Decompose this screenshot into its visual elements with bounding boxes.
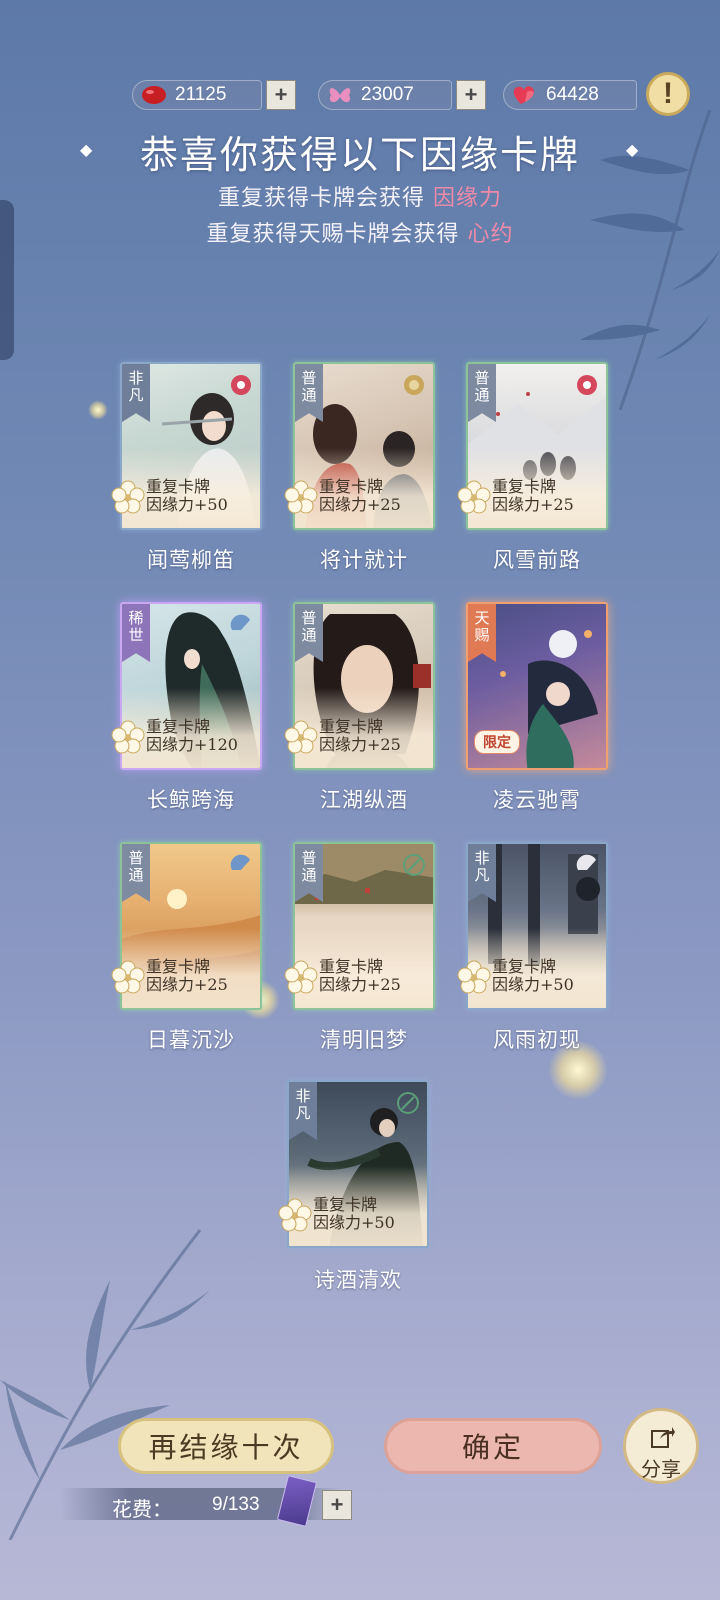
limited-badge: 限定 [474, 730, 520, 754]
fan-emblem-icon [230, 854, 250, 870]
rarity-tag: 普通 [122, 844, 150, 902]
rarity-tag: 普通 [295, 604, 323, 662]
rarity-tag: 普通 [295, 844, 323, 902]
card-name: 风雪前路 [493, 548, 581, 572]
heart-icon [513, 86, 534, 104]
rarity-tag: 非凡 [122, 364, 150, 422]
hint-line-1: 重复获得卡牌会获得 因缘力 [0, 180, 720, 212]
plum-blossom-icon [111, 960, 145, 994]
sparkle [88, 400, 108, 420]
flower-emblem-icon [231, 375, 251, 395]
duplicate-label: 重复卡牌 [146, 957, 211, 976]
coin-emblem-icon [404, 375, 424, 395]
currency-value: 23007 [361, 84, 414, 105]
duplicate-label: 重复卡牌 [146, 717, 211, 736]
bonus-label: 因缘力+25 [319, 735, 401, 754]
share-label: 分享 [641, 1457, 681, 1481]
duplicate-label: 重复卡牌 [313, 1195, 378, 1214]
cost-value: 9/133 [212, 1494, 260, 1515]
share-icon [651, 1427, 675, 1448]
draw-again-button[interactable]: 再结缘十次 [118, 1418, 334, 1474]
rarity-tag: 非凡 [468, 844, 496, 902]
hint-highlight: 心约 [467, 222, 514, 247]
add-butterfly-button[interactable]: + [456, 80, 486, 110]
duplicate-info: 重复卡牌 因缘力+25 [146, 958, 228, 994]
cost-label: 花费： [112, 1497, 172, 1521]
card-name: 将计就计 [320, 548, 408, 572]
currency-pill: 23007 [318, 80, 452, 110]
card-name: 诗酒清欢 [314, 1268, 402, 1292]
sword-emblem-icon [403, 854, 425, 876]
share-button[interactable]: 分享 [623, 1408, 699, 1484]
duplicate-label: 重复卡牌 [319, 477, 384, 496]
card-name: 清明旧梦 [320, 1028, 408, 1052]
plum-blossom-icon [457, 480, 491, 514]
bonus-label: 因缘力+25 [146, 975, 228, 994]
card-5[interactable]: 天赐 限定 [466, 602, 608, 770]
hint-text: 重复获得天赐卡牌会获得 [206, 222, 460, 247]
duplicate-info: 重复卡牌 因缘力+50 [492, 958, 574, 994]
plum-blossom-icon [457, 960, 491, 994]
card-name: 闻莺柳笛 [147, 548, 235, 572]
currency-value: 64428 [546, 84, 599, 105]
rarity-tag: 天赐 [468, 604, 496, 662]
plum-blossom-icon [111, 720, 145, 754]
plum-blossom-icon [284, 480, 318, 514]
plum-blossom-icon [278, 1198, 312, 1232]
duplicate-info: 重复卡牌 因缘力+25 [319, 958, 401, 994]
bonus-label: 因缘力+50 [313, 1213, 395, 1232]
bonus-label: 因缘力+120 [146, 735, 238, 754]
duplicate-info: 重复卡牌 因缘力+50 [146, 478, 228, 514]
card-name: 风雨初现 [493, 1028, 581, 1052]
plum-blossom-icon [284, 960, 318, 994]
card-name: 江湖纵酒 [320, 788, 408, 812]
duplicate-info: 重复卡牌 因缘力+120 [146, 718, 238, 754]
plum-blossom-icon [284, 720, 318, 754]
add-red-bean-button[interactable]: + [266, 80, 296, 110]
currency-butterfly: 23007 + [318, 79, 486, 111]
duplicate-label: 重复卡牌 [146, 477, 211, 496]
hint-highlight: 因缘力 [433, 186, 503, 211]
bonus-label: 因缘力+25 [319, 975, 401, 994]
duplicate-label: 重复卡牌 [492, 477, 557, 496]
butterfly-icon [329, 88, 351, 103]
duplicate-label: 重复卡牌 [319, 717, 384, 736]
duplicate-info: 重复卡牌 因缘力+50 [313, 1196, 395, 1232]
card-name: 凌云驰霄 [493, 788, 581, 812]
duplicate-info: 重复卡牌 因缘力+25 [319, 718, 401, 754]
hint-text: 重复获得卡牌会获得 [217, 186, 425, 211]
fan-emblem-icon [576, 854, 596, 870]
hint-line-2: 重复获得天赐卡牌会获得 心约 [0, 216, 720, 248]
bonus-label: 因缘力+50 [146, 495, 228, 514]
bonus-label: 因缘力+25 [319, 495, 401, 514]
plum-blossom-icon [111, 480, 145, 514]
red-bean-icon [142, 86, 166, 104]
fan-emblem-icon [230, 614, 250, 630]
confirm-button[interactable]: 确定 [384, 1418, 602, 1474]
alert-button[interactable]: ! [646, 72, 690, 116]
duplicate-label: 重复卡牌 [319, 957, 384, 976]
flower-emblem-icon [577, 375, 597, 395]
duplicate-info: 重复卡牌 因缘力+25 [492, 478, 574, 514]
card-name: 日暮沉沙 [147, 1028, 235, 1052]
currency-pill: 64428 [503, 80, 637, 110]
page-title: 恭喜你获得以下因缘卡牌 [139, 133, 580, 177]
currency-value: 21125 [175, 84, 227, 105]
rarity-tag: 普通 [295, 364, 323, 422]
currency-pill: 21125 [132, 80, 262, 110]
rarity-tag: 稀世 [122, 604, 150, 662]
sword-emblem-icon [397, 1092, 419, 1114]
card-name: 长鲸跨海 [147, 788, 235, 812]
bonus-label: 因缘力+50 [492, 975, 574, 994]
rarity-tag: 普通 [468, 364, 496, 422]
bonus-label: 因缘力+25 [492, 495, 574, 514]
currency-red-bean: 21125 + [132, 79, 296, 111]
duplicate-label: 重复卡牌 [492, 957, 557, 976]
duplicate-info: 重复卡牌 因缘力+25 [319, 478, 401, 514]
add-ticket-button[interactable]: + [322, 1490, 352, 1520]
currency-heart: 64428 [503, 79, 637, 111]
